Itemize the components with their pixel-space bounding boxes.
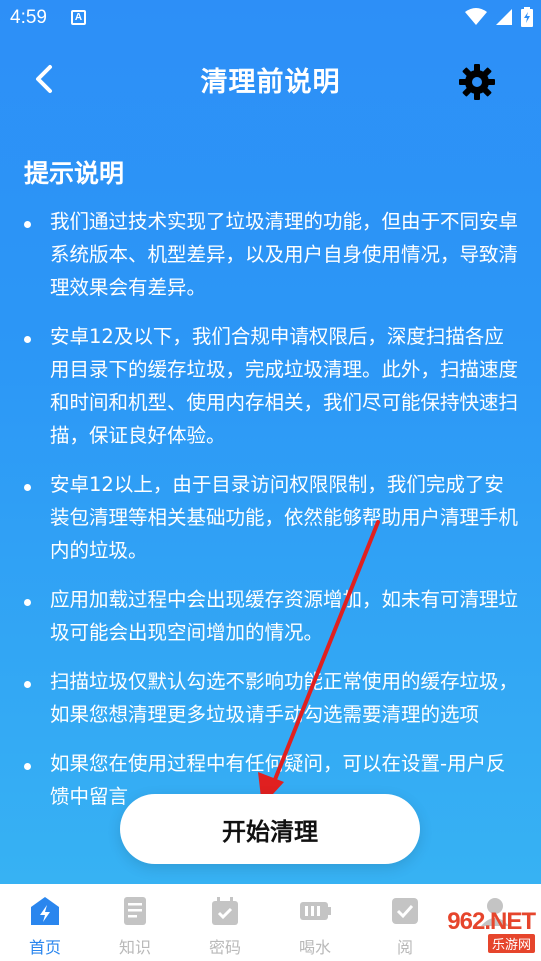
watermark: 962.NET 乐游网 xyxy=(447,908,536,953)
list-item: 安卓12以上，由于目录访问权限限制，我们完成了安装包清理等相关基础功能，依然能够… xyxy=(22,468,522,567)
document-icon xyxy=(124,897,146,925)
calendar-check-icon xyxy=(212,897,238,925)
nav-item-reading[interactable]: 阅 xyxy=(360,884,450,961)
list-item: 安卓12及以下，我们合规申请权限后，深度扫描各应用目录下的缓存垃圾，完成垃圾清理… xyxy=(22,320,522,452)
signal-icon xyxy=(496,9,512,25)
list-item: 应用加载过程中会出现缓存资源增加，如未有可清理垃圾可能会出现空间增加的情况。 xyxy=(22,583,522,649)
list-item: 我们通过技术实现了垃圾清理的功能，但由于不同安卓系统版本、机型差异，以及用户自身… xyxy=(22,205,522,304)
watermark-subtext: 乐游网 xyxy=(487,934,535,953)
nav-item-knowledge[interactable]: 知识 xyxy=(90,884,180,961)
nav-label: 首页 xyxy=(28,938,61,957)
nav-item-water[interactable]: 喝水 xyxy=(270,884,360,961)
start-cleaning-button[interactable]: 开始清理 xyxy=(120,794,420,864)
gear-icon xyxy=(459,64,495,100)
home-bolt-icon xyxy=(31,897,59,925)
wifi-icon xyxy=(465,8,487,25)
screen-background: 4:59 A 清理前说明 提示说明 我们通过技术实现了垃圾清理的功能，但由于不同… xyxy=(0,0,541,884)
settings-button[interactable] xyxy=(457,62,497,102)
nav-label: 知识 xyxy=(118,938,151,957)
notes-list: 我们通过技术实现了垃圾清理的功能，但由于不同安卓系统版本、机型差异，以及用户自身… xyxy=(22,205,522,829)
status-time: 4:59 xyxy=(10,7,47,28)
section-title: 提示说明 xyxy=(24,159,125,188)
status-icons xyxy=(465,7,533,27)
battery-icon xyxy=(521,7,533,27)
checkbox-icon xyxy=(392,898,418,924)
nav-label: 喝水 xyxy=(298,938,331,957)
nav-item-password[interactable]: 密码 xyxy=(180,884,270,961)
notification-app-icon: A xyxy=(71,10,86,25)
status-bar: 4:59 A xyxy=(0,0,541,36)
header: 清理前说明 xyxy=(0,44,541,114)
list-item: 扫描垃圾仅默认勾选不影响功能正常使用的缓存垃圾，如果您想清理更多垃圾请手动勾选需… xyxy=(22,665,522,731)
nav-label: 阅 xyxy=(396,938,413,957)
watermark-text: 962.NET xyxy=(447,908,536,935)
nav-label: 密码 xyxy=(208,938,241,957)
nav-item-home[interactable]: 首页 xyxy=(0,884,90,961)
battery-level-icon xyxy=(300,902,331,920)
